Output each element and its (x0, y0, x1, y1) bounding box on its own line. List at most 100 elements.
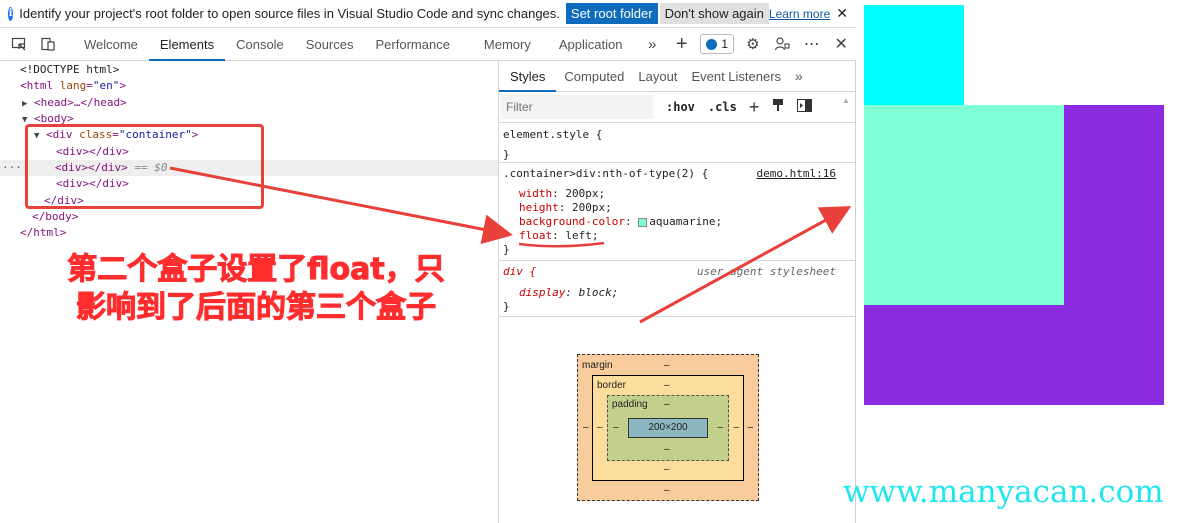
tab-memory[interactable]: Memory (473, 28, 542, 61)
page-preview (856, 0, 1190, 523)
info-icon: i (8, 6, 14, 21)
prop-background-color[interactable]: background-color: aquamarine; (503, 215, 855, 229)
preview-box-2-aquamarine (864, 105, 1064, 305)
tab-styles[interactable]: Styles (499, 61, 557, 92)
prop-value: aquamarine; (649, 215, 723, 228)
tab-console[interactable]: Console (225, 28, 295, 61)
user-agent-rule: div { user agent stylesheet display: blo… (499, 261, 855, 317)
box-model-padding[interactable]: padding – – – – 200×200 (607, 395, 729, 461)
rule-close-brace: } (503, 148, 510, 161)
padding-bottom-value[interactable]: – (664, 444, 670, 455)
prop-width[interactable]: width: 200px; (503, 187, 855, 201)
margin-right-value[interactable]: – (747, 422, 753, 433)
box-model-border[interactable]: border – – – – padding – – – – 200×200 (592, 375, 744, 481)
border-left-value[interactable]: – (597, 422, 603, 433)
dom-html-open[interactable]: <html lang="en"> (20, 78, 126, 94)
elements-pane: <!DOCTYPE html> <html lang="en"> ▶ <head>… (0, 61, 498, 523)
rule-close-brace: } (503, 243, 510, 256)
prop-value: 200px; (565, 187, 606, 200)
head-tag: <head>…</head> (34, 96, 127, 109)
expand-triangle-icon[interactable]: ▶ (22, 96, 34, 112)
toggle-sidebar-icon[interactable] (797, 98, 813, 116)
html-tag: <html (20, 79, 54, 92)
styles-filter-input[interactable] (501, 95, 653, 119)
prop-name: display (519, 286, 566, 299)
border-bottom-value[interactable]: – (664, 464, 670, 475)
dom-head[interactable]: ▶ <head>…</head> (22, 95, 127, 111)
issues-badge[interactable]: 1 (700, 34, 735, 54)
tab-application[interactable]: Application (548, 28, 634, 61)
paint-brush-icon[interactable] (771, 98, 785, 116)
rule-source-link[interactable]: demo.html:16 (757, 167, 836, 180)
styles-toolbar: :hov .cls + (499, 92, 855, 123)
margin-label: margin (582, 360, 613, 371)
close-icon[interactable]: ✕ (836, 5, 848, 22)
infobar-message: Identify your project's root folder to o… (19, 6, 560, 21)
doctype-text: <!DOCTYPE html> (20, 63, 120, 76)
html-attr-name: lang (59, 79, 87, 92)
prop-float[interactable]: float: left; (503, 229, 855, 243)
set-root-folder-button[interactable]: Set root folder (565, 3, 658, 24)
close-devtools-icon[interactable]: ✕ (827, 28, 856, 61)
more-tabs-chevron-icon[interactable]: » (637, 28, 666, 61)
dom-body-close[interactable]: </body> (32, 209, 78, 225)
margin-top-value[interactable]: – (664, 360, 670, 371)
margin-bottom-value[interactable]: – (664, 485, 670, 496)
new-style-rule-plus-icon[interactable]: + (749, 97, 760, 118)
cls-toggle[interactable]: .cls (708, 100, 737, 114)
add-tab-plus-icon[interactable]: + (667, 28, 696, 61)
scroll-up-arrow-icon[interactable]: ▲ (842, 96, 850, 105)
tab-sources[interactable]: Sources (295, 28, 365, 61)
devtools-window: i Identify your project's root folder to… (0, 0, 856, 523)
preview-box-1-cyan (864, 5, 964, 105)
hov-toggle[interactable]: :hov (666, 100, 695, 114)
box-model-margin[interactable]: margin – – – – border – – – – padding – … (577, 354, 759, 501)
padding-top-value[interactable]: – (664, 399, 670, 410)
html-attr-value: "en" (92, 79, 120, 92)
body-close-tag: </body> (32, 210, 79, 223)
customize-icon[interactable] (768, 28, 797, 61)
issues-count: 1 (721, 37, 729, 51)
rule-close-brace: } (503, 300, 510, 313)
more-panes-chevron-icon[interactable]: » (789, 61, 809, 92)
tab-layout[interactable]: Layout (632, 61, 683, 92)
html-close-tag: </html> (20, 226, 67, 239)
settings-gear-icon[interactable]: ⚙ (738, 28, 767, 61)
prop-height[interactable]: height: 200px; (503, 201, 855, 215)
element-style-rule: element.style { } (499, 123, 855, 163)
styles-tab-bar: Styles Computed Layout Event Listeners » (499, 61, 855, 92)
inspect-element-icon[interactable] (4, 28, 33, 61)
watermark: www.manyacan.com (843, 474, 1164, 510)
dom-html-close[interactable]: </html> (20, 225, 66, 241)
color-swatch[interactable] (638, 217, 648, 227)
margin-left-value[interactable]: – (583, 422, 589, 433)
prop-value: left; (565, 229, 599, 242)
tab-event-listeners[interactable]: Event Listeners (685, 61, 787, 92)
more-options-icon[interactable]: ⋯ (797, 28, 826, 61)
padding-right-value[interactable]: – (717, 422, 723, 433)
styles-pane: Styles Computed Layout Event Listeners »… (499, 61, 855, 523)
tab-elements[interactable]: Elements (148, 28, 226, 61)
learn-more-link[interactable]: Learn more (769, 7, 830, 21)
element-style-selector: element.style { (503, 128, 603, 141)
row-menu-icon[interactable]: ··· (2, 161, 22, 174)
tab-welcome[interactable]: Welcome (73, 28, 149, 61)
ua-source-label: user agent stylesheet (696, 265, 836, 278)
tab-performance[interactable]: Performance (365, 28, 461, 61)
padding-left-value[interactable]: – (613, 422, 619, 433)
prop-name: width (519, 187, 553, 200)
border-top-value[interactable]: – (664, 380, 670, 391)
box-model-content-size[interactable]: 200×200 (628, 418, 708, 438)
prop-name: background-color (519, 215, 625, 228)
dont-show-again-button[interactable]: Don't show again (659, 3, 769, 24)
annotation-text: 第二个盒子设置了float，只 影响到了后面的第三个盒子 (36, 251, 476, 327)
prop-name: float (519, 229, 553, 242)
main-tab-bar: Welcome Elements Console Sources Perform… (0, 28, 856, 61)
tab-computed[interactable]: Computed (558, 61, 630, 92)
device-emulation-icon[interactable] (33, 28, 62, 61)
infobar: i Identify your project's root folder to… (0, 0, 856, 28)
prop-name: height (519, 201, 559, 214)
dom-doctype[interactable]: <!DOCTYPE html> (20, 62, 119, 78)
prop-value: block; (578, 286, 619, 299)
border-right-value[interactable]: – (733, 422, 739, 433)
